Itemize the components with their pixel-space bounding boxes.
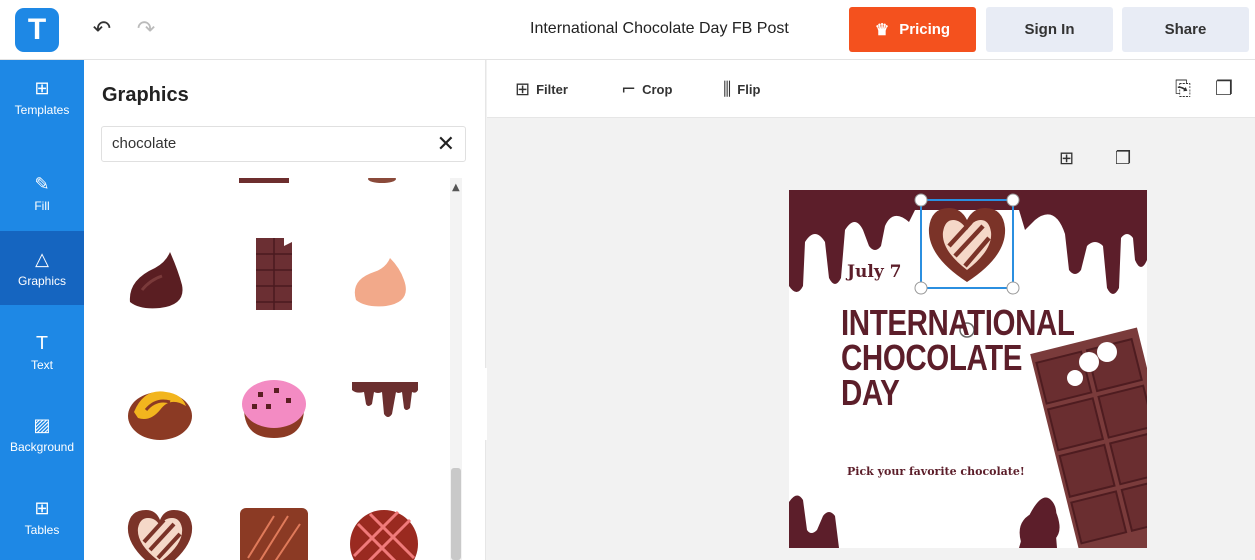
crop-label: Crop <box>642 81 673 97</box>
filter-label: Filter <box>536 81 568 97</box>
templates-icon: ⊞ <box>34 77 50 99</box>
design-canvas[interactable]: July 7 INTERNATIONAL CHOCOLATE DAY Pick … <box>789 190 1147 548</box>
graphic-chocolate-bar-bitten[interactable] <box>234 230 314 310</box>
copy-icon[interactable]: ❐ <box>1215 76 1233 100</box>
graphic-chocolate-bar-top[interactable] <box>219 178 299 218</box>
sidebar-item-templates[interactable]: ⊞ Templates <box>0 60 84 134</box>
canvas-area: ⊞ ❐ July 7 INTERNATIONAL CHOCOLATE DAY P… <box>487 118 1255 560</box>
share-button[interactable]: Share <box>1122 7 1249 52</box>
crown-icon: ♛ <box>874 21 890 39</box>
graphic-chocolate-drip[interactable] <box>344 364 424 444</box>
background-icon: ▨ <box>33 414 51 436</box>
sidebar-item-label: Templates <box>14 102 70 117</box>
sidebar-item-label: Tables <box>24 522 60 537</box>
filter-button[interactable]: ⊞ Filter <box>515 78 568 100</box>
pricing-button[interactable]: ♛ Pricing <box>849 7 976 52</box>
sidebar-item-graphics[interactable]: △ Graphics <box>0 231 84 305</box>
graphic-chocolate-heart[interactable] <box>120 498 200 560</box>
top-bar: T ↶ ↷ International Chocolate Day FB Pos… <box>0 0 1255 60</box>
sidebar-item-tables[interactable]: ⊞ Tables <box>0 480 84 554</box>
graphic-chocolate-round-grid[interactable] <box>344 498 424 560</box>
sidebar-item-label: Text <box>30 357 53 372</box>
sidebar-item-label: Background <box>9 439 75 454</box>
close-icon[interactable]: ✕ <box>437 132 455 157</box>
text-icon: T <box>36 332 48 354</box>
graphic-chocolate-drop-top[interactable] <box>334 178 414 218</box>
crop-button[interactable]: ⌐ Crop <box>621 78 672 100</box>
document-title[interactable]: International Chocolate Day FB Post <box>530 20 830 38</box>
flip-button[interactable]: ⫼ Flip <box>723 78 760 100</box>
app-logo[interactable]: T <box>15 8 59 52</box>
graphic-chocolate-chip-light[interactable] <box>344 240 424 320</box>
filter-icon: ⊞ <box>515 78 531 100</box>
left-nav: ⊞ Templates ✎ Fill △ Graphics T Text ▨ B… <box>0 60 84 560</box>
crop-icon: ⌐ <box>621 78 637 100</box>
undo-icon[interactable]: ↶ <box>90 17 114 42</box>
paint-roller-icon[interactable]: ⎘ <box>1175 76 1191 100</box>
scrollbar-thumb[interactable] <box>451 468 461 560</box>
design-subtitle-text[interactable]: Pick your favorite chocolate! <box>847 465 1025 478</box>
pricing-label: Pricing <box>899 21 951 38</box>
pencil-icon: ✎ <box>34 173 50 195</box>
table-icon: ⊞ <box>34 497 50 519</box>
add-page-icon[interactable]: ⊞ <box>1059 148 1074 169</box>
flip-icon: ⫼ <box>723 78 732 100</box>
scroll-up-icon[interactable]: ▲ <box>452 182 460 193</box>
shapes-icon: △ <box>35 248 49 270</box>
design-title-text[interactable]: INTERNATIONAL CHOCOLATE DAY <box>841 302 1075 413</box>
design-title-line: CHOCOLATE <box>841 337 1023 378</box>
sidebar-item-text[interactable]: T Text <box>0 315 84 389</box>
sign-in-button[interactable]: Sign In <box>986 7 1113 52</box>
graphic-chocolate-square-drizzle[interactable] <box>234 498 314 560</box>
redo-icon[interactable]: ↷ <box>134 17 158 42</box>
edit-toolbar: ⊞ Filter ⌐ Crop ⫼ Flip ⎘ ❐ <box>487 60 1255 118</box>
panel-title: Graphics <box>102 84 189 106</box>
sidebar-item-label: Graphics <box>17 273 67 288</box>
sidebar-item-label: Fill <box>34 198 50 213</box>
duplicate-page-icon[interactable]: ❐ <box>1115 148 1131 169</box>
graphics-panel: Graphics ✕ <box>84 60 486 560</box>
search-box: ✕ <box>101 126 466 162</box>
graphic-chocolate-truffle-caramel[interactable] <box>120 370 200 450</box>
search-input[interactable] <box>112 135 412 152</box>
design-title-line: DAY <box>841 372 900 413</box>
design-title-line: INTERNATIONAL <box>841 302 1075 343</box>
sidebar-item-background[interactable]: ▨ Background <box>0 397 84 471</box>
graphics-grid <box>104 178 454 560</box>
graphic-chocolate-cupcake-sprinkles[interactable] <box>234 364 314 444</box>
graphic-chocolate-chip-dark[interactable] <box>120 240 200 320</box>
sidebar-item-fill[interactable]: ✎ Fill <box>0 156 84 230</box>
design-date-text[interactable]: July 7 <box>847 262 902 282</box>
flip-label: Flip <box>737 81 761 97</box>
